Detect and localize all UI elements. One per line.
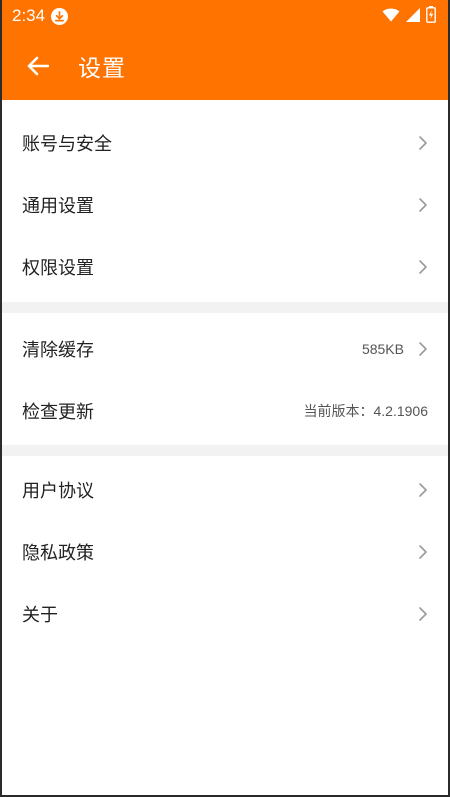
section-divider — [2, 302, 448, 313]
settings-group-app: 清除缓存 585KB 检查更新 当前版本：4.2.1906 — [2, 318, 448, 442]
wifi-icon — [382, 7, 400, 26]
settings-item-check-update[interactable]: 检查更新 当前版本：4.2.1906 — [2, 380, 448, 442]
cache-size-value: 585KB — [361, 341, 404, 357]
settings-item-permissions[interactable]: 权限设置 — [2, 236, 448, 298]
settings-item-label: 检查更新 — [22, 402, 94, 423]
back-button[interactable] — [24, 52, 52, 80]
settings-item-user-agreement[interactable]: 用户协议 — [2, 459, 448, 521]
chevron-right-icon — [418, 606, 428, 622]
app-bar: 设置 — [2, 32, 448, 100]
download-icon — [51, 7, 69, 25]
chevron-right-icon — [418, 197, 428, 213]
settings-item-label: 账号与安全 — [22, 134, 112, 155]
settings-item-clear-cache[interactable]: 清除缓存 585KB — [2, 318, 448, 380]
settings-item-account-security[interactable]: 账号与安全 — [2, 112, 448, 174]
section-divider — [2, 445, 448, 456]
settings-item-about[interactable]: 关于 — [2, 583, 448, 645]
chevron-right-icon — [418, 259, 428, 275]
page-title: 设置 — [78, 56, 126, 82]
chevron-right-icon — [418, 482, 428, 498]
settings-item-label: 关于 — [22, 605, 58, 626]
chevron-right-icon — [418, 341, 428, 357]
settings-item-privacy-policy[interactable]: 隐私政策 — [2, 521, 448, 583]
status-time: 2:34 — [12, 6, 46, 25]
settings-item-label: 隐私政策 — [22, 543, 94, 564]
settings-item-general[interactable]: 通用设置 — [2, 174, 448, 236]
settings-item-label: 清除缓存 — [22, 340, 94, 361]
version-value: 当前版本：4.2.1906 — [303, 403, 429, 419]
status-bar: 2:34 — [2, 0, 448, 32]
battery-charging-icon — [426, 5, 436, 27]
chevron-right-icon — [418, 544, 428, 560]
signal-icon — [406, 7, 420, 26]
chevron-right-icon — [418, 135, 428, 151]
screen: 2:34 设置 账号与安全 通用设置 权限设置 清除缓存 585KB 检查更新 … — [0, 0, 450, 797]
settings-group-legal: 用户协议 隐私政策 关于 — [2, 459, 448, 645]
settings-group-account: 账号与安全 通用设置 权限设置 — [2, 112, 448, 298]
settings-item-label: 用户协议 — [22, 481, 94, 502]
settings-item-label: 通用设置 — [22, 196, 94, 217]
settings-item-label: 权限设置 — [22, 258, 94, 279]
arrow-left-icon — [27, 56, 49, 76]
